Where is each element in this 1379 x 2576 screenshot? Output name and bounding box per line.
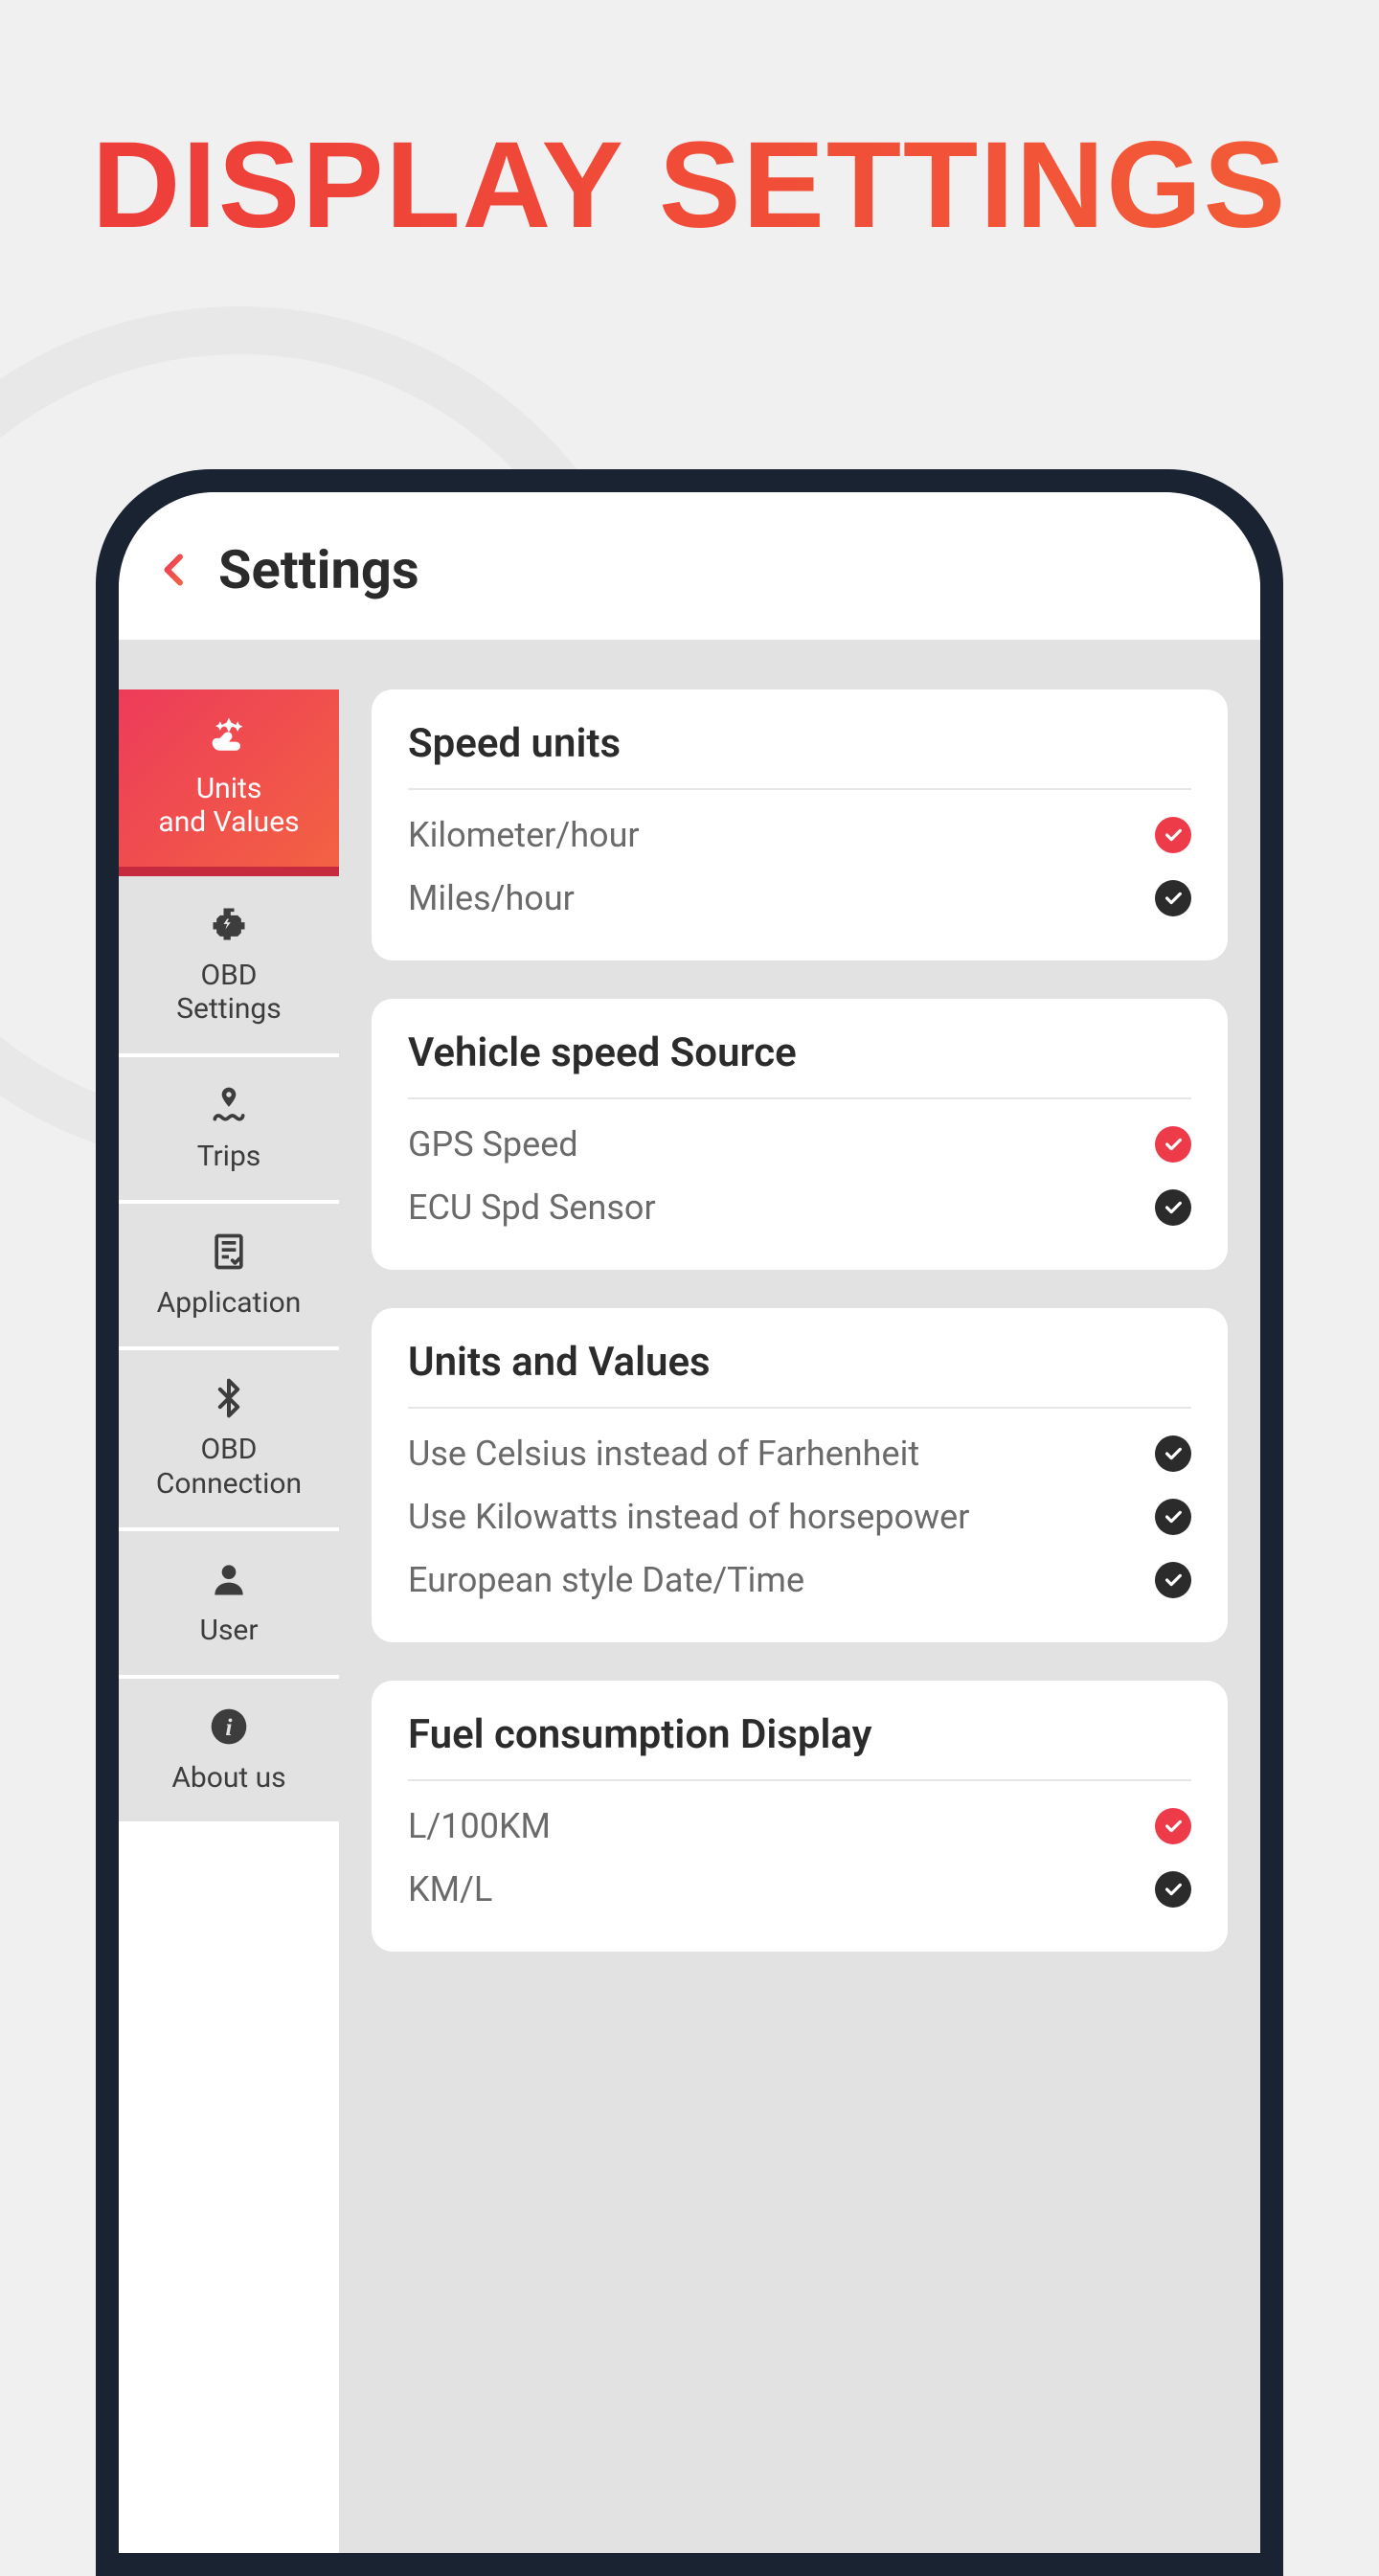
option-label: European style Date/Time: [408, 1560, 804, 1600]
card-title: Units and Values: [408, 1339, 1191, 1409]
check-selected-icon: [1155, 817, 1191, 853]
sidebar-item-label: Trips: [197, 1140, 261, 1173]
card-title: Fuel consumption Display: [408, 1711, 1191, 1781]
card-fuel-consumption: Fuel consumption Display L/100KM KM/L: [372, 1681, 1228, 1952]
svg-text:i: i: [225, 1713, 233, 1741]
card-title: Speed units: [408, 720, 1191, 790]
option-gps-speed[interactable]: GPS Speed: [408, 1113, 1191, 1176]
sidebar: Unitsand Values OBDSettings: [119, 642, 339, 2553]
info-icon: i: [208, 1706, 250, 1748]
check-selected-icon: [1155, 1126, 1191, 1163]
option-label: Use Celsius instead of Farhenheit: [408, 1434, 919, 1474]
option-kilowatts[interactable]: Use Kilowatts instead of horsepower: [408, 1485, 1191, 1548]
option-label: Use Kilowatts instead of horsepower: [408, 1497, 969, 1537]
check-unselected-icon: [1155, 1871, 1191, 1908]
option-celsius[interactable]: Use Celsius instead of Farhenheit: [408, 1422, 1191, 1485]
check-unselected-icon: [1155, 1562, 1191, 1598]
sidebar-item-units-values[interactable]: Unitsand Values: [119, 689, 339, 876]
sidebar-item-label: OBDConnection: [156, 1433, 302, 1501]
header-title: Settings: [218, 538, 419, 601]
option-l-100km[interactable]: L/100KM: [408, 1795, 1191, 1858]
sidebar-item-label: Unitsand Values: [158, 772, 299, 840]
sidebar-item-user[interactable]: User: [119, 1531, 339, 1678]
sidebar-item-application[interactable]: Application: [119, 1204, 339, 1350]
card-units-values: Units and Values Use Celsius instead of …: [372, 1308, 1228, 1642]
sparkle-hand-icon: [208, 716, 250, 758]
sidebar-item-about[interactable]: i About us: [119, 1679, 339, 1825]
option-label: ECU Spd Sensor: [408, 1187, 656, 1228]
sidebar-item-obd-connection[interactable]: OBDConnection: [119, 1350, 339, 1531]
back-icon[interactable]: [157, 553, 192, 587]
option-label: Kilometer/hour: [408, 815, 640, 855]
sidebar-item-label: User: [199, 1614, 258, 1647]
check-unselected-icon: [1155, 880, 1191, 916]
option-label: GPS Speed: [408, 1124, 578, 1164]
page-title: DISPLAY SETTINGS: [0, 115, 1379, 256]
option-miles-hour[interactable]: Miles/hour: [408, 867, 1191, 930]
app-body: Unitsand Values OBDSettings: [119, 642, 1260, 2553]
option-label: KM/L: [408, 1869, 492, 1909]
phone-screen: Settings Unitsand Values: [119, 492, 1260, 2553]
document-check-icon: [208, 1231, 250, 1273]
option-km-l[interactable]: KM/L: [408, 1858, 1191, 1921]
option-label: L/100KM: [408, 1806, 551, 1846]
card-title: Vehicle speed Source: [408, 1029, 1191, 1099]
sidebar-filler: [119, 1825, 339, 2553]
route-pin-icon: [208, 1084, 250, 1126]
check-selected-icon: [1155, 1808, 1191, 1844]
option-ecu-spd-sensor[interactable]: ECU Spd Sensor: [408, 1176, 1191, 1239]
app-header: Settings: [119, 492, 1260, 642]
card-vehicle-speed-source: Vehicle speed Source GPS Speed ECU Spd S…: [372, 999, 1228, 1270]
phone-frame: Settings Unitsand Values: [96, 469, 1283, 2576]
sidebar-item-label: Application: [157, 1286, 302, 1320]
check-unselected-icon: [1155, 1499, 1191, 1535]
bluetooth-icon: [208, 1377, 250, 1419]
option-label: Miles/hour: [408, 878, 575, 918]
card-speed-units: Speed units Kilometer/hour Miles/hour: [372, 689, 1228, 960]
person-icon: [208, 1558, 250, 1600]
engine-icon: [208, 903, 250, 945]
sidebar-item-obd-settings[interactable]: OBDSettings: [119, 876, 339, 1057]
check-unselected-icon: [1155, 1435, 1191, 1472]
option-european-date[interactable]: European style Date/Time: [408, 1548, 1191, 1612]
sidebar-item-label: OBDSettings: [176, 959, 282, 1027]
content-area: Speed units Kilometer/hour Miles/hour: [339, 642, 1260, 2553]
check-unselected-icon: [1155, 1189, 1191, 1226]
sidebar-item-trips[interactable]: Trips: [119, 1057, 339, 1204]
option-kilometer-hour[interactable]: Kilometer/hour: [408, 803, 1191, 867]
sidebar-item-label: About us: [171, 1761, 285, 1795]
